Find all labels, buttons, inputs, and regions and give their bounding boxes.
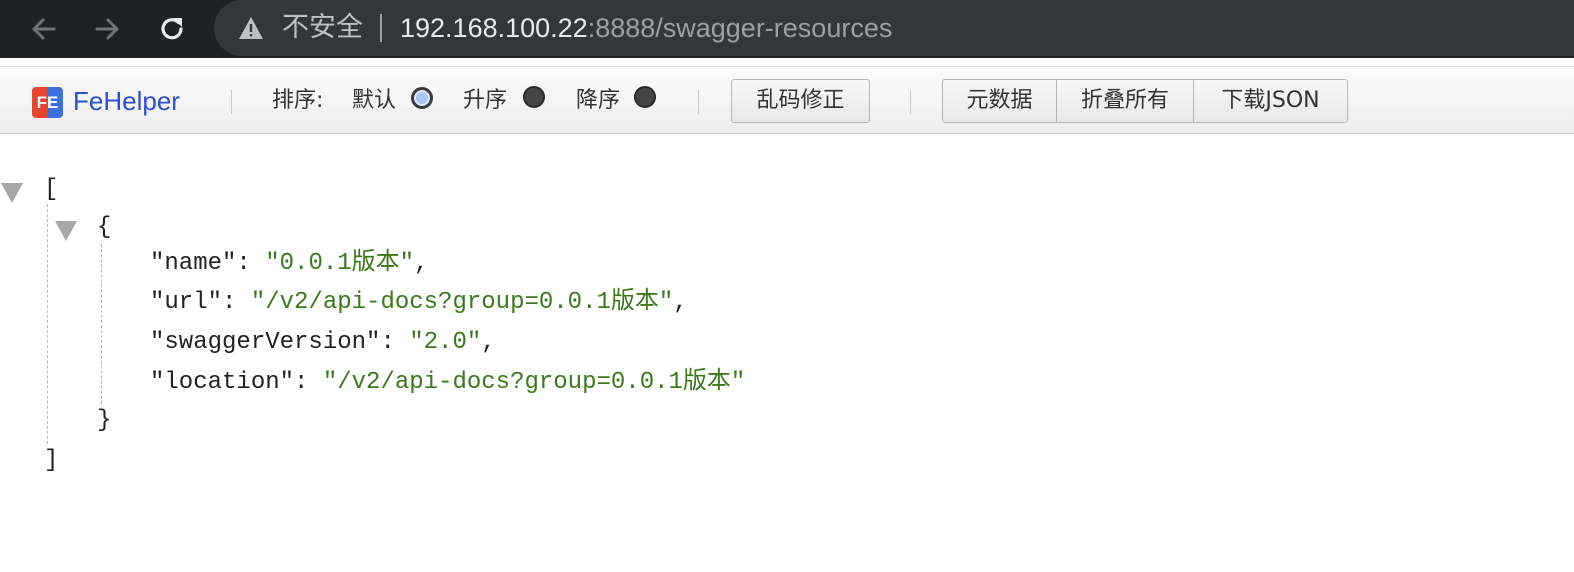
json-key: "url" (150, 289, 223, 316)
object-open-brace: { (97, 214, 112, 241)
json-string-value: "/v2/api-docs?group=0.0.1版本" (322, 369, 746, 396)
array-open-bracket: [ (44, 176, 59, 203)
arrow-right-icon (95, 18, 119, 40)
back-button[interactable] (20, 0, 68, 58)
json-key: "swaggerVersion" (150, 329, 381, 356)
sort-default-radio[interactable] (411, 87, 433, 109)
url-host: 192.168.100.22 (400, 13, 588, 43)
json-viewer: [ { "name": "0.0.1版本", "url": "/v2/api-d… (0, 134, 1574, 572)
json-property-url: "url": "/v2/api-docs?group=0.0.1版本", (150, 289, 688, 316)
divider (698, 90, 699, 114)
metadata-button[interactable]: 元数据 (942, 79, 1057, 123)
fehelper-logo: FE (32, 87, 63, 118)
sort-asc-label[interactable]: 升序 (463, 67, 507, 135)
download-json-button[interactable]: 下载JSON (1193, 79, 1348, 123)
sort-label: 排序: (272, 88, 324, 113)
fehelper-title[interactable]: FeHelper (73, 67, 180, 135)
json-key: "location" (150, 369, 295, 396)
json-string-value: "0.0.1版本" (265, 250, 415, 277)
collapse-object-toggle-icon[interactable] (55, 221, 77, 241)
arrow-left-icon (32, 18, 56, 40)
forward-button[interactable] (83, 0, 131, 58)
address-bar[interactable]: 不安全 192.168.100.22:8888/swagger-resource… (214, 0, 1574, 56)
sort-default-label[interactable]: 默认 (352, 67, 396, 135)
json-key: "name" (150, 250, 237, 277)
json-string-value: "2.0" (409, 329, 482, 356)
fix-encoding-button[interactable]: 乱码修正 (731, 79, 870, 123)
json-string-value: "/v2/api-docs?group=0.0.1版本" (250, 289, 674, 316)
warning-icon (239, 17, 263, 39)
url-text[interactable]: 192.168.100.22:8888/swagger-resources (400, 0, 892, 56)
json-property-name: "name": "0.0.1版本", (150, 250, 429, 277)
json-property-location: "location": "/v2/api-docs?group=0.0.1版本" (150, 369, 746, 396)
reload-icon (161, 18, 183, 40)
array-guide-line (47, 204, 48, 444)
array-close-bracket: ] (44, 447, 59, 474)
reload-button[interactable] (148, 0, 196, 58)
divider (910, 90, 911, 114)
sort-desc-radio[interactable] (634, 86, 656, 108)
collapse-all-button[interactable]: 折叠所有 (1056, 79, 1194, 123)
collapse-array-toggle-icon[interactable] (1, 183, 23, 203)
object-close-brace: } (97, 407, 112, 434)
sort-desc-label[interactable]: 降序 (576, 67, 620, 135)
browser-toolbar: 不安全 192.168.100.22:8888/swagger-resource… (0, 0, 1574, 58)
object-guide-line (101, 244, 102, 404)
url-path: :8888/swagger-resources (587, 13, 893, 43)
json-property-swagger-version: "swaggerVersion": "2.0", (150, 329, 496, 356)
security-status[interactable]: 不安全 (282, 0, 363, 56)
fehelper-toolbar: FE FeHelper 排序: 默认 升序 降序 乱码修正 元数据 折叠所有 下… (0, 66, 1574, 134)
divider (231, 90, 232, 114)
sort-asc-radio[interactable] (523, 86, 545, 108)
divider (380, 14, 382, 42)
